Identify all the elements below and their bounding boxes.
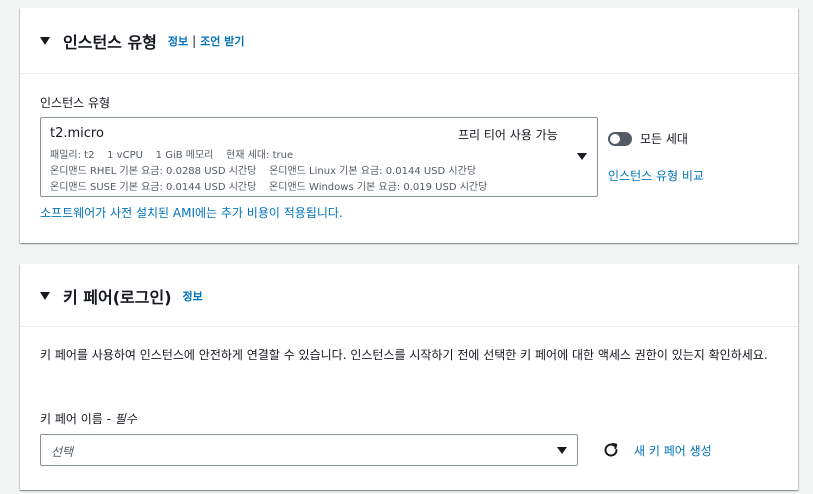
toggle-switch[interactable] xyxy=(608,131,632,146)
dropdown-arrow-icon xyxy=(557,447,567,454)
dropdown-arrow-icon xyxy=(577,153,587,160)
key-pair-panel: 키 페어(로그인) 정보 키 페어를 사용하여 인스턴스에 안전하게 연결할 수… xyxy=(20,264,798,490)
instance-type-panel: 인스턴스 유형 정보 | 조언 받기 인스턴스 유형 t2.micro 프리 티… xyxy=(20,8,798,243)
instance-type-select[interactable]: t2.micro 프리 티어 사용 가능 패밀리: t2 1 vCPU 1 Gi… xyxy=(40,117,598,197)
compare-instance-types-link[interactable]: 인스턴스 유형 비교 xyxy=(608,167,704,184)
key-pair-select-placeholder: 선택 xyxy=(51,445,74,459)
required-text: 필수 xyxy=(114,412,137,426)
caret-down-icon[interactable] xyxy=(40,37,50,45)
key-pair-description: 키 페어를 사용하여 인스턴스에 안전하게 연결할 수 있습니다. 인스턴스를 … xyxy=(40,348,768,362)
instance-type-header: 인스턴스 유형 정보 | 조언 받기 xyxy=(20,8,798,74)
free-tier-label: 프리 티어 사용 가능 xyxy=(458,128,558,142)
key-pair-header: 키 페어(로그인) 정보 xyxy=(20,264,798,327)
key-pair-title[interactable]: 키 페어(로그인) xyxy=(63,284,172,308)
instance-type-title[interactable]: 인스턴스 유형 xyxy=(63,29,157,53)
instance-type-field-label: 인스턴스 유형 xyxy=(40,96,111,110)
pricing-line-suse-windows: 온디맨드 SUSE 기본 요금: 0.0144 USD 시간당 온디맨드 Win… xyxy=(50,182,488,193)
refresh-icon[interactable] xyxy=(602,441,620,459)
toggle-knob xyxy=(610,133,620,144)
get-advice-link[interactable]: 조언 받기 xyxy=(200,33,244,49)
key-pair-select[interactable]: 선택 xyxy=(40,434,578,466)
all-generations-toggle[interactable]: 모든 세대 xyxy=(608,130,688,147)
key-pair-name-label-text: 키 페어 이름 - xyxy=(40,412,115,426)
key-pair-info-link[interactable]: 정보 xyxy=(183,288,203,304)
all-generations-label: 모든 세대 xyxy=(640,132,688,146)
ami-cost-note-link[interactable]: 소프트웨어가 사전 설치된 AMI에는 추가 비용이 적용됩니다. xyxy=(40,204,343,221)
instance-type-name: t2.micro xyxy=(50,126,104,141)
header-separator: | xyxy=(192,34,197,48)
create-key-pair-link[interactable]: 새 키 페어 생성 xyxy=(634,442,712,459)
caret-down-icon[interactable] xyxy=(40,292,50,300)
instance-spec-line: 패밀리: t2 1 vCPU 1 GiB 메모리 현재 세대: true xyxy=(50,150,294,161)
key-pair-name-label: 키 페어 이름 - 필수 xyxy=(40,410,137,427)
instance-type-info-link[interactable]: 정보 xyxy=(168,33,188,49)
pricing-line-rhel-linux: 온디맨드 RHEL 기본 요금: 0.0288 USD 시간당 온디맨드 Lin… xyxy=(50,166,477,177)
